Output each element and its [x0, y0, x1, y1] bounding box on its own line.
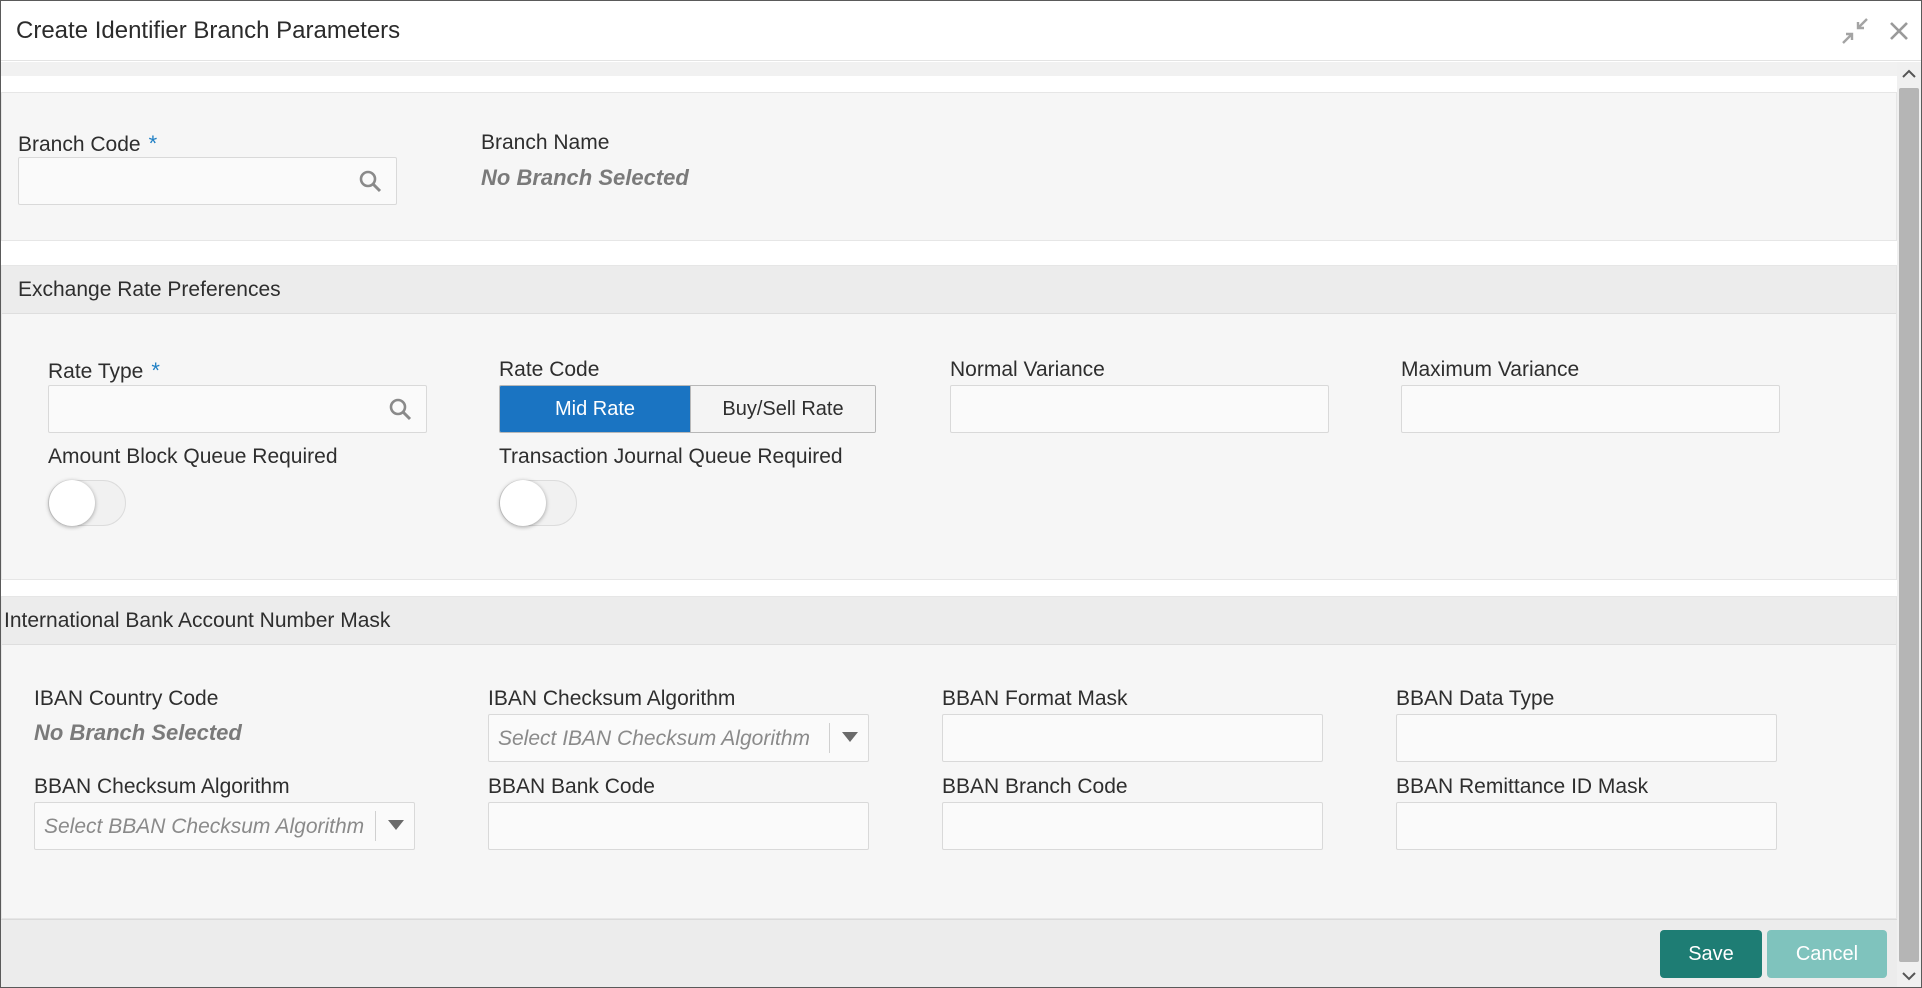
rate-type-input[interactable]	[48, 385, 427, 433]
toggle-knob	[500, 480, 546, 526]
transaction-journal-queue-toggle[interactable]	[499, 480, 577, 526]
branch-name-value: No Branch Selected	[481, 165, 689, 190]
close-icon[interactable]	[1885, 17, 1913, 45]
bban-data-type-label: BBAN Data Type	[1396, 687, 1555, 710]
transaction-journal-queue-label: Transaction Journal Queue Required	[499, 445, 843, 468]
rate-type-label: Rate Type *	[48, 358, 160, 383]
exchange-rate-panel: Exchange Rate Preferences Rate Type * Rat…	[1, 265, 1897, 580]
branch-code-input[interactable]	[18, 157, 397, 205]
maximum-variance-label: Maximum Variance	[1401, 358, 1580, 381]
toggle-knob	[49, 480, 95, 526]
iban-header: International Bank Account Number Mask	[2, 597, 1896, 645]
amount-block-queue-toggle[interactable]	[48, 480, 126, 526]
dialog-footer: Save Cancel	[1, 919, 1897, 987]
scroll-up-icon[interactable]	[1897, 62, 1921, 86]
branch-code-label: Branch Code *	[18, 131, 158, 156]
required-mark: *	[148, 131, 158, 156]
select-placeholder: Select IBAN Checksum Algorithm	[498, 727, 810, 750]
rate-code-segmented: Mid Rate Buy/Sell Rate	[499, 385, 876, 433]
iban-country-code-value: No Branch Selected	[34, 720, 242, 745]
iban-checksum-algorithm-label: IBAN Checksum Algorithm	[488, 687, 736, 710]
bban-branch-code-input[interactable]	[942, 802, 1323, 850]
iban-country-code-label: IBAN Country Code	[34, 687, 219, 710]
bban-format-mask-label: BBAN Format Mask	[942, 687, 1128, 710]
bban-remittance-id-mask-label: BBAN Remittance ID Mask	[1396, 775, 1649, 798]
save-button[interactable]: Save	[1660, 930, 1762, 978]
branch-panel: Branch Code * Branch Name No Branch Selec…	[1, 92, 1897, 241]
bban-remittance-id-mask-input[interactable]	[1396, 802, 1777, 850]
bban-checksum-algorithm-label: BBAN Checksum Algorithm	[34, 775, 290, 798]
select-placeholder: Select BBAN Checksum Algorithm	[44, 815, 365, 838]
rate-code-label: Rate Code	[499, 358, 600, 381]
scroll-down-icon[interactable]	[1897, 964, 1921, 987]
branch-name-label: Branch Name	[481, 131, 610, 154]
search-icon[interactable]	[374, 386, 426, 432]
scrollbar-thumb[interactable]	[1899, 88, 1919, 962]
collapse-arrows-icon[interactable]	[1841, 17, 1869, 45]
bban-checksum-algorithm-select[interactable]: Select BBAN Checksum Algorithm	[34, 802, 415, 850]
amount-block-queue-label: Amount Block Queue Required	[48, 445, 338, 468]
bban-bank-code-input[interactable]	[488, 802, 869, 850]
normal-variance-input[interactable]	[950, 385, 1329, 433]
normal-variance-label: Normal Variance	[950, 358, 1105, 381]
vertical-scrollbar[interactable]	[1897, 62, 1921, 987]
dialog-content: Branch Code * Branch Name No Branch Selec…	[1, 62, 1897, 919]
buy-sell-rate-button[interactable]: Buy/Sell Rate	[690, 386, 875, 432]
mid-rate-button[interactable]: Mid Rate	[500, 386, 690, 432]
bban-data-type-input[interactable]	[1396, 714, 1777, 762]
select-divider	[829, 723, 830, 753]
top-strip	[1, 62, 1897, 76]
chevron-down-icon[interactable]	[842, 732, 858, 742]
exchange-rate-header: Exchange Rate Preferences	[2, 266, 1896, 314]
maximum-variance-input[interactable]	[1401, 385, 1780, 433]
chevron-down-icon[interactable]	[388, 820, 404, 830]
iban-checksum-algorithm-select[interactable]: Select IBAN Checksum Algorithm	[488, 714, 869, 762]
title-bar: Create Identifier Branch Parameters	[1, 1, 1921, 61]
cancel-button[interactable]: Cancel	[1767, 930, 1887, 978]
search-icon[interactable]	[344, 158, 396, 204]
iban-panel: International Bank Account Number Mask I…	[1, 596, 1897, 919]
dialog-window: Create Identifier Branch Parameters Bran…	[0, 0, 1922, 988]
bban-format-mask-input[interactable]	[942, 714, 1323, 762]
bban-bank-code-label: BBAN Bank Code	[488, 775, 655, 798]
bban-branch-code-label: BBAN Branch Code	[942, 775, 1128, 798]
required-mark: *	[151, 358, 160, 383]
dialog-title: Create Identifier Branch Parameters	[16, 17, 401, 44]
select-divider	[375, 811, 376, 841]
